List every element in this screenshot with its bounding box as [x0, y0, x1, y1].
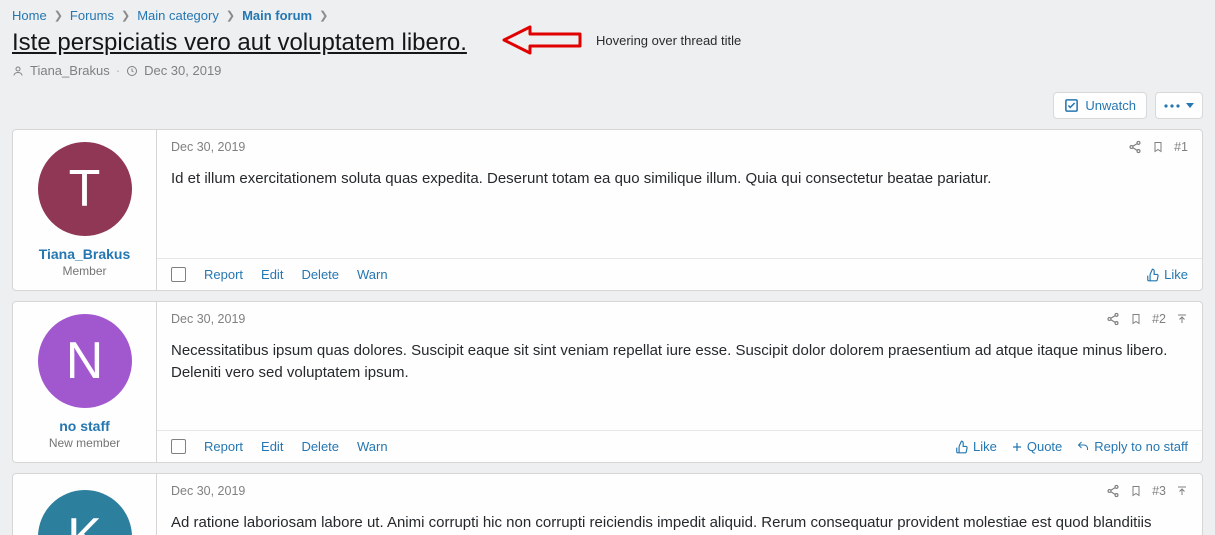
post-user-cell: T Tiana_Brakus Member [13, 130, 157, 290]
post-number[interactable]: #3 [1152, 484, 1166, 498]
post-body: Necessitatibus ipsum quas dolores. Susci… [157, 332, 1202, 430]
thread-title[interactable]: Iste perspiciatis vero aut voluptatem li… [12, 29, 467, 57]
share-icon[interactable] [1106, 312, 1120, 326]
clock-icon [126, 65, 138, 77]
edit-link[interactable]: Edit [261, 439, 283, 454]
checkbox-checked-icon [1064, 98, 1079, 113]
crumb-forum[interactable]: Main forum [242, 8, 312, 23]
reply-icon [1076, 441, 1090, 453]
post-user-cell: K [13, 474, 157, 535]
arrow-left-icon [502, 23, 584, 57]
report-link[interactable]: Report [204, 439, 243, 454]
share-icon[interactable] [1106, 484, 1120, 498]
chevron-right-icon: ❯ [118, 9, 133, 22]
post-number[interactable]: #2 [1152, 312, 1166, 326]
annotation: Hovering over thread title [502, 23, 741, 57]
bookmark-icon[interactable] [1152, 140, 1164, 154]
crumb-category[interactable]: Main category [137, 8, 219, 23]
post: N no staff New member Dec 30, 2019 #2 Ne… [12, 301, 1203, 463]
like-button[interactable]: Like [1146, 267, 1188, 282]
select-checkbox[interactable] [171, 267, 186, 282]
post-date[interactable]: Dec 30, 2019 [171, 140, 245, 154]
post-date[interactable]: Dec 30, 2019 [171, 484, 245, 498]
chevron-right-icon: ❯ [223, 9, 238, 22]
warn-link[interactable]: Warn [357, 439, 388, 454]
plus-icon [1011, 441, 1023, 453]
crumb-home[interactable]: Home [12, 8, 47, 23]
delete-link[interactable]: Delete [301, 267, 339, 282]
chevron-right-icon: ❯ [316, 9, 331, 22]
warn-link[interactable]: Warn [357, 267, 388, 282]
thread-date[interactable]: Dec 30, 2019 [144, 63, 221, 78]
post-body: Ad ratione laboriosam labore ut. Animi c… [157, 504, 1202, 535]
reply-label: Reply to no staff [1094, 439, 1188, 454]
quote-button[interactable]: Quote [1011, 439, 1062, 454]
post-date[interactable]: Dec 30, 2019 [171, 312, 245, 326]
edit-link[interactable]: Edit [261, 267, 283, 282]
dots-icon [1164, 104, 1180, 108]
crumb-forums[interactable]: Forums [70, 8, 114, 23]
avatar[interactable]: T [38, 142, 132, 236]
user-title: Member [21, 264, 148, 278]
bookmark-icon[interactable] [1130, 312, 1142, 326]
annotation-text: Hovering over thread title [596, 33, 741, 48]
like-label: Like [1164, 267, 1188, 282]
scroll-top-icon[interactable] [1176, 313, 1188, 325]
user-title: New member [21, 436, 148, 450]
post-username[interactable]: no staff [21, 418, 148, 434]
thumbs-up-icon [1146, 268, 1160, 282]
post-body: Id et illum exercitationem soluta quas e… [157, 160, 1202, 258]
post-user-cell: N no staff New member [13, 302, 157, 462]
post: T Tiana_Brakus Member Dec 30, 2019 #1 Id… [12, 129, 1203, 291]
post: K Dec 30, 2019 #3 Ad ratione laboriosam … [12, 473, 1203, 535]
avatar[interactable]: K [38, 490, 132, 535]
select-checkbox[interactable] [171, 439, 186, 454]
bookmark-icon[interactable] [1130, 484, 1142, 498]
chevron-right-icon: ❯ [51, 9, 66, 22]
post-number[interactable]: #1 [1174, 140, 1188, 154]
avatar[interactable]: N [38, 314, 132, 408]
unwatch-label: Unwatch [1085, 98, 1136, 113]
scroll-top-icon[interactable] [1176, 485, 1188, 497]
share-icon[interactable] [1128, 140, 1142, 154]
thread-byline: Tiana_Brakus · Dec 30, 2019 [12, 63, 1203, 78]
quote-label: Quote [1027, 439, 1062, 454]
thumbs-up-icon [955, 440, 969, 454]
user-icon [12, 65, 24, 77]
delete-link[interactable]: Delete [301, 439, 339, 454]
report-link[interactable]: Report [204, 267, 243, 282]
reply-button[interactable]: Reply to no staff [1076, 439, 1188, 454]
post-username[interactable]: Tiana_Brakus [21, 246, 148, 262]
more-button[interactable] [1155, 92, 1203, 119]
thread-toolbar: Unwatch [12, 92, 1203, 119]
caret-down-icon [1186, 103, 1194, 108]
unwatch-button[interactable]: Unwatch [1053, 92, 1147, 119]
like-label: Like [973, 439, 997, 454]
thread-author[interactable]: Tiana_Brakus [30, 63, 110, 78]
like-button[interactable]: Like [955, 439, 997, 454]
